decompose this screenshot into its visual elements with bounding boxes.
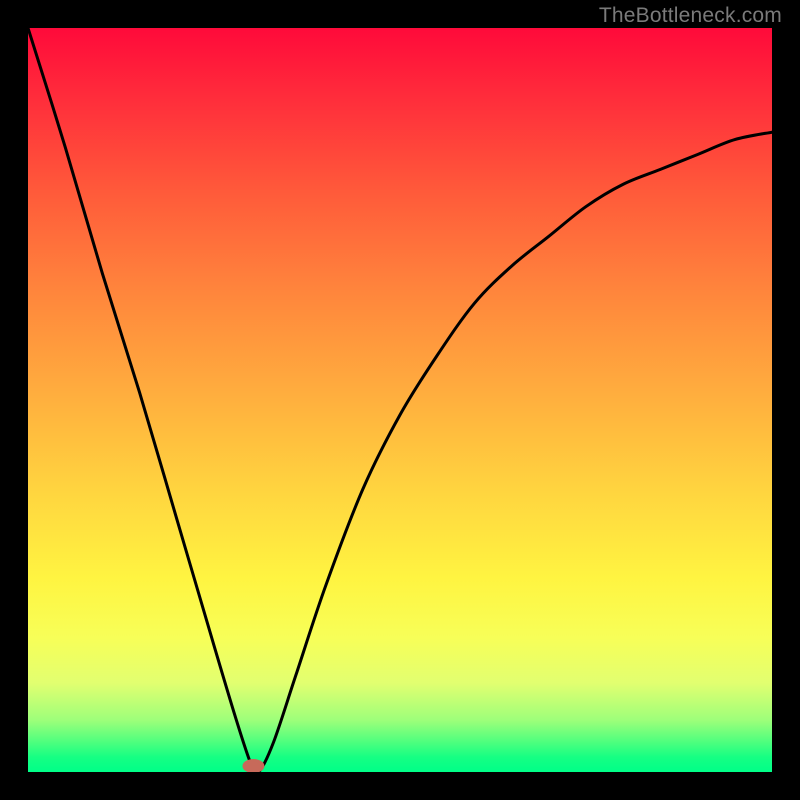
minimum-marker	[242, 759, 264, 772]
plot-area	[28, 28, 772, 772]
attribution-text: TheBottleneck.com	[599, 4, 782, 28]
bottleneck-curve	[28, 28, 772, 772]
curve-svg	[28, 28, 772, 772]
chart-frame: TheBottleneck.com	[0, 0, 800, 800]
